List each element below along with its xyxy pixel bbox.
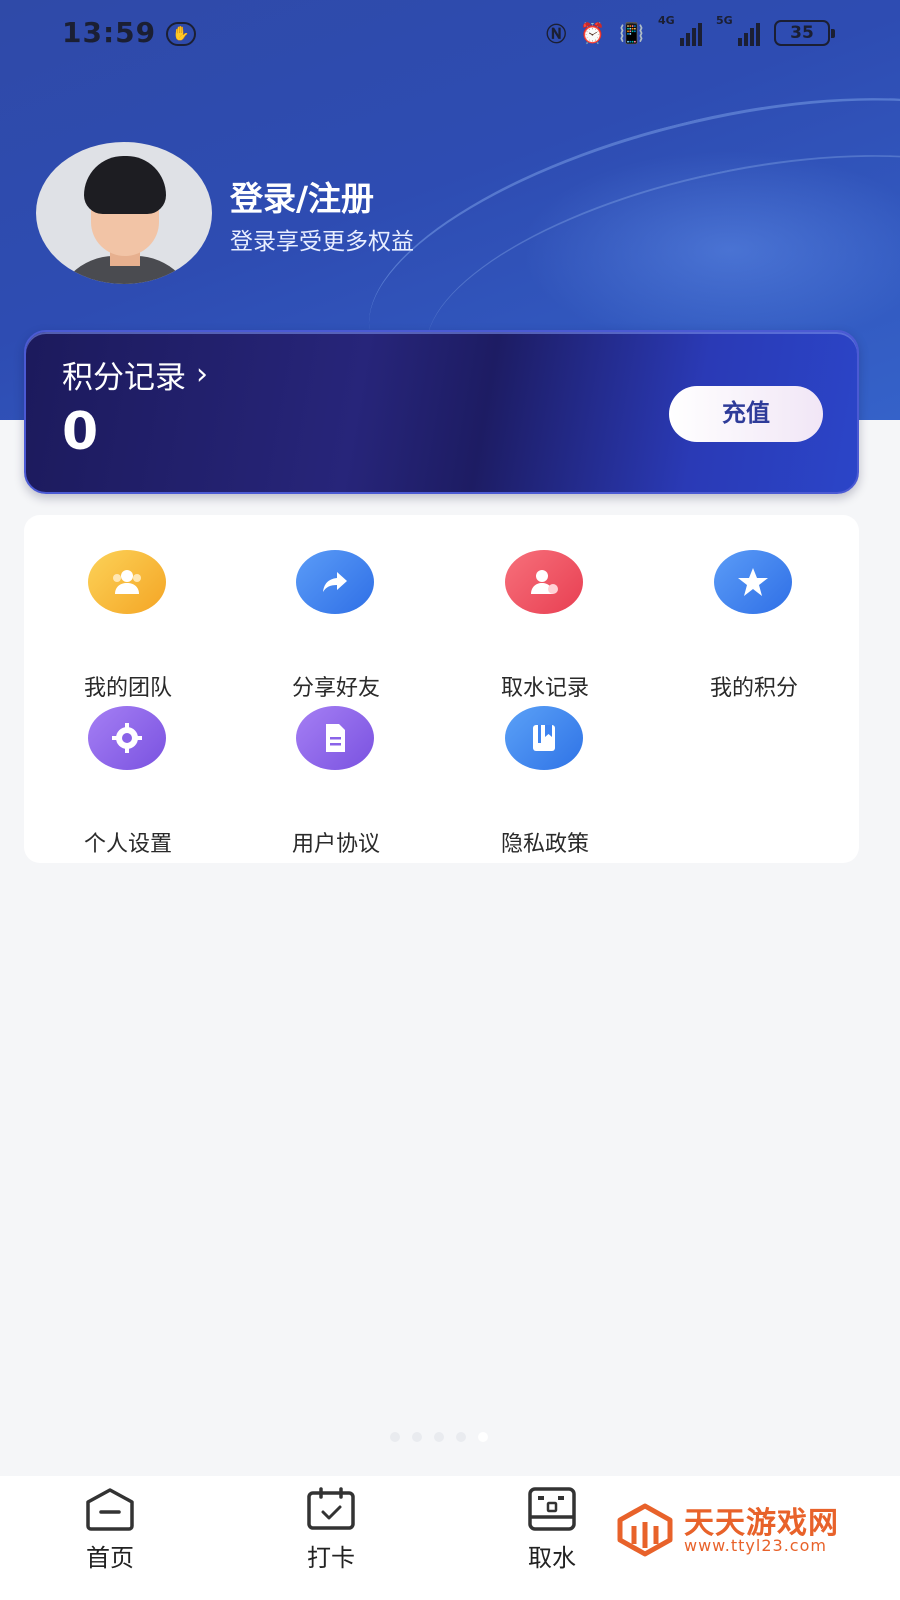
nav-label: 打卡 [307, 1544, 355, 1572]
water-machine-icon [528, 1487, 576, 1531]
points-record-link[interactable]: 积分记录 › [62, 352, 208, 397]
star-icon [714, 550, 792, 614]
menu-label: 个人设置 [83, 832, 172, 857]
login-register-link[interactable]: 登录/注册 [230, 172, 374, 220]
page-dot-active [478, 1432, 488, 1442]
menu-grid: 我的团队 分享好友 取水记录 我的积分 个人设置 用户协议 隐私政策 [24, 515, 859, 863]
points-record-label: 积分记录 [62, 360, 186, 396]
document-icon [296, 706, 374, 770]
menu-label: 用户协议 [291, 832, 380, 857]
page-dot [390, 1432, 400, 1442]
signal-4g-icon: 4G [658, 14, 702, 46]
nav-item-water[interactable]: 取水 [492, 1486, 612, 1573]
share-icon [296, 550, 374, 614]
gesture-icon: ✋ [166, 22, 196, 46]
login-subtitle: 登录享受更多权益 [230, 229, 414, 255]
signal-4g-label: 4G [658, 13, 675, 27]
nav-label: 首页 [86, 1544, 134, 1572]
signal-5g-label: 5G [716, 13, 733, 27]
vibrate-icon: 📳 [619, 20, 644, 45]
book-icon [505, 706, 583, 770]
menu-label: 分享好友 [291, 676, 380, 701]
menu-item-my-points[interactable]: 我的积分 [674, 550, 834, 701]
team-icon [88, 550, 166, 614]
signal-5g-icon: 5G [716, 14, 760, 46]
battery-icon: 35 [774, 19, 835, 46]
points-value: 0 [62, 402, 99, 462]
menu-item-team[interactable]: 我的团队 [48, 550, 208, 701]
nav-item-checkin[interactable]: 打卡 [271, 1486, 391, 1573]
page-dot [456, 1432, 466, 1442]
page-dot [434, 1432, 444, 1442]
nav-item-home[interactable]: 首页 [50, 1486, 170, 1573]
points-card: 积分记录 › 0 充值 [24, 330, 859, 494]
status-bar: 13:59 ✋ Ⓝ ⏰ 📳 4G 5G 35 [0, 0, 900, 70]
gear-icon [88, 706, 166, 770]
menu-item-settings[interactable]: 个人设置 [48, 706, 208, 857]
menu-item-privacy-policy[interactable]: 隐私政策 [465, 706, 625, 857]
calendar-check-icon [307, 1487, 355, 1530]
avatar[interactable] [36, 142, 212, 284]
menu-label: 我的积分 [709, 676, 798, 701]
watermark-url: www.ttyl23.com [684, 1536, 827, 1555]
menu-item-user-agreement[interactable]: 用户协议 [256, 706, 416, 857]
page-dot [412, 1432, 422, 1442]
menu-item-water-record[interactable]: 取水记录 [465, 550, 625, 701]
home-icon [86, 1488, 134, 1531]
recharge-button[interactable]: 充值 [669, 386, 823, 442]
nfc-icon: Ⓝ [546, 22, 567, 46]
watermark-logo-icon [617, 1503, 673, 1557]
alarm-icon: ⏰ [580, 20, 606, 45]
site-watermark: 天天游戏网 www.ttyl23.com [616, 1496, 866, 1560]
menu-item-share[interactable]: 分享好友 [256, 550, 416, 701]
nav-label: 取水 [528, 1544, 576, 1572]
menu-label: 隐私政策 [500, 832, 589, 857]
chevron-right-icon: › [196, 357, 208, 392]
status-icons: Ⓝ ⏰ 📳 4G 5G 35 [546, 14, 835, 47]
page-indicator [390, 1432, 488, 1442]
menu-label: 取水记录 [500, 676, 589, 701]
menu-label: 我的团队 [83, 676, 172, 701]
record-icon [505, 550, 583, 614]
status-time: 13:59 [62, 16, 157, 49]
